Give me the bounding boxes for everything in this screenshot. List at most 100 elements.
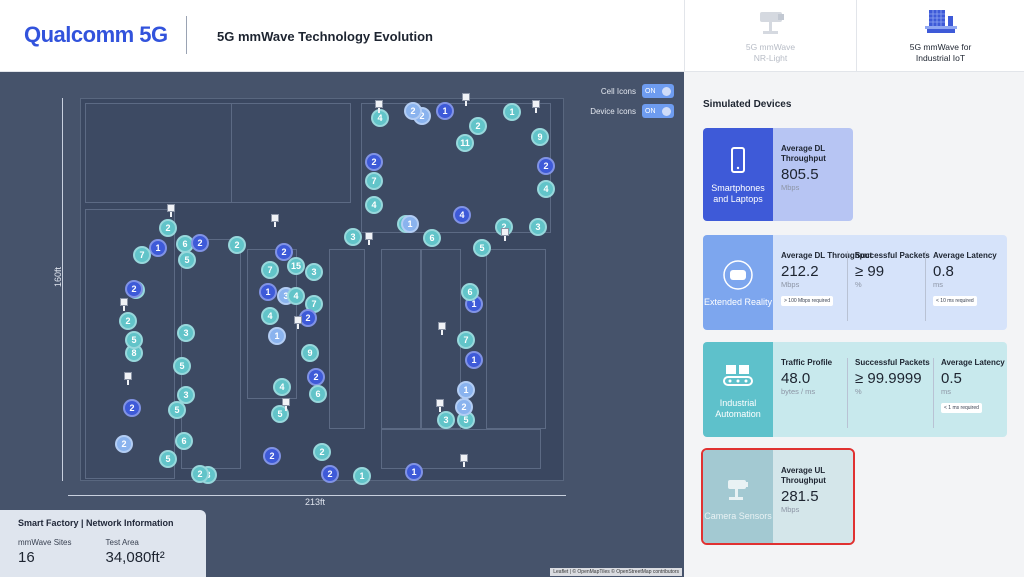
- device-cluster-marker[interactable]: 1: [405, 463, 423, 481]
- device-cluster-marker[interactable]: 2: [228, 236, 246, 254]
- device-cluster-marker[interactable]: 7: [133, 246, 151, 264]
- metric-value: 48.0: [781, 370, 811, 387]
- security-camera-icon: [728, 479, 748, 500]
- metric: Successful Packets ≥ 99.9999 %: [855, 358, 930, 396]
- cell-site-icon[interactable]: [365, 232, 373, 245]
- cell-site-icon[interactable]: [294, 316, 302, 329]
- device-cluster-marker[interactable]: 4: [371, 109, 389, 127]
- metric-divider: [847, 251, 848, 321]
- device-cluster-marker[interactable]: 1: [401, 215, 419, 233]
- cell-site-icon[interactable]: [438, 322, 446, 335]
- device-cluster-marker[interactable]: 6: [175, 432, 193, 450]
- cell-site-icon[interactable]: [501, 228, 509, 241]
- device-card-smartphones[interactable]: Smartphones and Laptops Average DL Throu…: [703, 128, 853, 221]
- device-cluster-marker[interactable]: 3: [177, 324, 195, 342]
- cell-site-icon[interactable]: [167, 204, 175, 217]
- device-cluster-marker[interactable]: 6: [423, 229, 441, 247]
- device-cluster-marker[interactable]: 1: [457, 381, 475, 399]
- device-cluster-marker[interactable]: 7: [261, 261, 279, 279]
- floor-plan: [80, 98, 564, 481]
- cell-site-icon[interactable]: [124, 372, 132, 385]
- device-cluster-marker[interactable]: 9: [301, 344, 319, 362]
- tab-nr-light[interactable]: 5G mmWave NR-Light: [684, 0, 856, 72]
- qualcomm-5g-logo[interactable]: Qualcomm 5G: [24, 22, 168, 48]
- device-cluster-marker[interactable]: 2: [115, 435, 133, 453]
- device-cluster-marker[interactable]: 5: [125, 331, 143, 349]
- room: [486, 249, 546, 429]
- device-cluster-marker[interactable]: 2: [313, 443, 331, 461]
- device-cluster-marker[interactable]: 3: [529, 218, 547, 236]
- device-cluster-marker[interactable]: 5: [178, 251, 196, 269]
- device-cluster-marker[interactable]: 1: [259, 283, 277, 301]
- device-cluster-marker[interactable]: 1: [353, 467, 371, 485]
- app-header: Qualcomm 5G 5G mmWave Technology Evoluti…: [0, 0, 1024, 72]
- device-cluster-marker[interactable]: 1: [436, 102, 454, 120]
- device-cluster-marker[interactable]: 2: [455, 398, 473, 416]
- device-cluster-marker[interactable]: 2: [537, 157, 555, 175]
- device-cluster-marker[interactable]: 5: [159, 450, 177, 468]
- device-cluster-marker[interactable]: 2: [125, 280, 143, 298]
- device-cluster-marker[interactable]: 2: [404, 102, 422, 120]
- vr-headset-icon: [723, 259, 753, 290]
- cell-site-icon[interactable]: [436, 399, 444, 412]
- metric-unit: Mbps: [781, 183, 800, 192]
- cell-icons-toggle[interactable]: ON: [642, 84, 674, 98]
- device-cluster-marker[interactable]: 5: [473, 239, 491, 257]
- device-cluster-marker[interactable]: 4: [537, 180, 555, 198]
- metric: Successful Packets ≥ 99 %: [855, 251, 930, 289]
- device-cluster-marker[interactable]: 4: [365, 196, 383, 214]
- cell-site-icon[interactable]: [462, 93, 470, 106]
- test-area: Test Area 34,080ft²: [106, 538, 165, 566]
- device-cluster-marker[interactable]: 6: [309, 385, 327, 403]
- device-cluster-marker[interactable]: 9: [531, 128, 549, 146]
- device-cluster-marker[interactable]: 2: [191, 234, 209, 252]
- device-cluster-marker[interactable]: 15: [287, 257, 305, 275]
- device-cluster-marker[interactable]: 7: [457, 331, 475, 349]
- device-cluster-marker[interactable]: 7: [365, 172, 383, 190]
- device-cluster-marker[interactable]: 3: [305, 263, 323, 281]
- cell-site-icon[interactable]: [375, 100, 383, 113]
- device-card-industrial-automation[interactable]: Industrial Automation Traffic Profile 48…: [703, 342, 1007, 437]
- device-cluster-marker[interactable]: 2: [307, 368, 325, 386]
- device-cluster-marker[interactable]: 6: [461, 283, 479, 301]
- cell-site-icon[interactable]: [271, 214, 279, 227]
- metric-unit: %: [855, 280, 862, 289]
- cell-site-icon[interactable]: [532, 100, 540, 113]
- metric-note: < 1 ms required: [941, 403, 982, 413]
- tab-industrial-iot[interactable]: 5G mmWave for Industrial IoT: [856, 0, 1024, 72]
- device-cluster-marker[interactable]: 3: [344, 228, 362, 246]
- test-area-label: Test Area: [105, 538, 139, 547]
- device-cluster-marker[interactable]: 4: [261, 307, 279, 325]
- factory-map[interactable]: 160ft 213ft Cell Icons ON Device Icons O…: [0, 72, 684, 577]
- device-cluster-marker[interactable]: 2: [469, 117, 487, 135]
- device-cluster-marker[interactable]: 3: [177, 386, 195, 404]
- device-cluster-marker[interactable]: 1: [149, 239, 167, 257]
- device-cluster-marker[interactable]: 5: [173, 357, 191, 375]
- device-cluster-marker[interactable]: 1: [268, 327, 286, 345]
- card-side: Camera Sensors: [703, 450, 773, 543]
- metric-label: Average DL Throughput: [781, 144, 826, 163]
- cell-site-icon[interactable]: [120, 298, 128, 311]
- device-cluster-marker[interactable]: 4: [273, 378, 291, 396]
- device-card-extended-reality[interactable]: Extended Reality Average DL Throughput 2…: [703, 235, 1007, 330]
- cell-site-icon[interactable]: [282, 398, 290, 411]
- map-attribution[interactable]: Leaflet | © OpenMapTiles © OpenStreetMap…: [550, 568, 682, 576]
- device-cluster-marker[interactable]: 11: [456, 134, 474, 152]
- device-cluster-marker[interactable]: 1: [465, 351, 483, 369]
- device-cluster-marker[interactable]: 2: [159, 219, 177, 237]
- device-cluster-marker[interactable]: 1: [503, 103, 521, 121]
- device-cluster-marker[interactable]: 2: [365, 153, 383, 171]
- device-cluster-marker[interactable]: 2: [321, 465, 339, 483]
- device-cluster-marker[interactable]: 3: [437, 411, 455, 429]
- device-icons-toggle-row: Device Icons ON: [590, 104, 674, 118]
- device-cluster-marker[interactable]: 2: [191, 465, 209, 483]
- device-icons-toggle[interactable]: ON: [642, 104, 674, 118]
- device-cluster-marker[interactable]: 4: [453, 206, 471, 224]
- device-card-camera-sensors[interactable]: Camera Sensors Average UL Throughput 281…: [701, 448, 855, 545]
- device-cluster-marker[interactable]: 2: [123, 399, 141, 417]
- cell-site-icon[interactable]: [460, 454, 468, 467]
- toggle-knob: [662, 106, 671, 116]
- device-cluster-marker[interactable]: 2: [263, 447, 281, 465]
- device-cluster-marker[interactable]: 4: [287, 287, 305, 305]
- device-cluster-marker[interactable]: 2: [119, 312, 137, 330]
